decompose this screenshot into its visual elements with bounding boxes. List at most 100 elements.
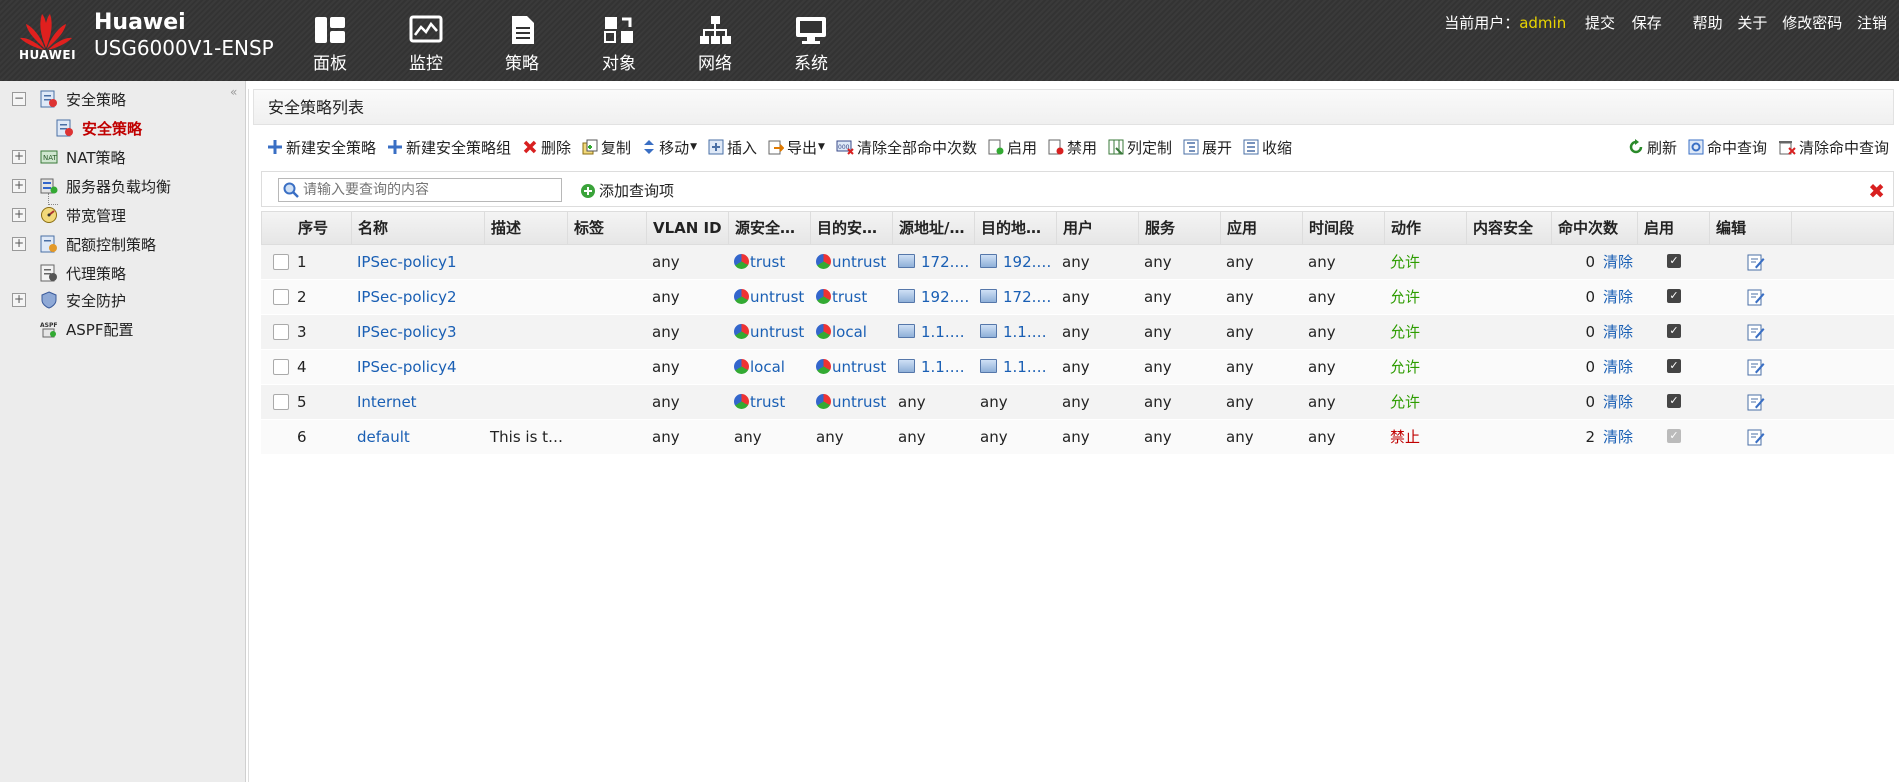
policy-name-link[interactable]: IPSec-policy4: [351, 350, 484, 384]
source-zone[interactable]: untrust: [728, 315, 810, 349]
collapse-sidebar-icon[interactable]: «: [230, 85, 237, 99]
customize-columns-button[interactable]: 列定制: [1108, 137, 1172, 158]
expand-button[interactable]: 展开: [1183, 137, 1232, 158]
clear-hits-link[interactable]: 清除: [1601, 350, 1641, 384]
sidebar-item-security-policy[interactable]: − 安全策略: [0, 86, 126, 112]
submit-link[interactable]: 提交: [1585, 14, 1615, 32]
column-header[interactable]: 内容安全: [1467, 212, 1552, 244]
destination-address[interactable]: 172.…: [974, 280, 1056, 314]
sidebar-item-bandwidth[interactable]: + 带宽管理: [0, 202, 126, 228]
column-header[interactable]: 目的地…: [975, 212, 1057, 244]
source-address[interactable]: 192.…: [892, 280, 974, 314]
hit-query-button[interactable]: 命中查询: [1688, 137, 1767, 158]
source-zone[interactable]: local: [728, 350, 810, 384]
enabled-checkbox[interactable]: ✓: [1667, 324, 1681, 338]
column-header[interactable]: 源安全…: [729, 212, 811, 244]
expand-icon[interactable]: +: [12, 208, 26, 222]
destination-zone[interactable]: untrust: [810, 385, 892, 419]
column-header[interactable]: 时间段: [1303, 212, 1385, 244]
policy-name-link[interactable]: default: [351, 420, 484, 454]
clear-hits-link[interactable]: 清除: [1601, 280, 1641, 314]
refresh-button[interactable]: 刷新: [1628, 137, 1677, 158]
collapse-button[interactable]: 收缩: [1243, 137, 1292, 158]
collapse-icon[interactable]: −: [12, 92, 26, 106]
clear-hit-query-button[interactable]: 清除命中查询: [1778, 137, 1889, 158]
insert-button[interactable]: 插入: [708, 137, 757, 158]
column-header[interactable]: 目的安…: [811, 212, 893, 244]
clear-all-hits-button[interactable]: 000 清除全部命中次数: [836, 137, 977, 158]
destination-zone[interactable]: trust: [810, 280, 892, 314]
destination-address[interactable]: 1.1.…: [974, 350, 1056, 384]
column-header[interactable]: 编辑: [1710, 212, 1792, 244]
delete-button[interactable]: 删除: [522, 137, 571, 158]
expand-icon[interactable]: +: [12, 237, 26, 251]
destination-zone[interactable]: untrust: [810, 245, 892, 279]
row-checkbox[interactable]: [273, 359, 289, 375]
source-zone[interactable]: trust: [728, 385, 810, 419]
close-icon[interactable]: ✖: [1868, 179, 1885, 203]
table-row[interactable]: 2 IPSec-policy2 any untrust trust 192.… 172.… a…: [261, 280, 1894, 315]
enable-button[interactable]: 启用: [988, 137, 1037, 158]
edit-icon[interactable]: [1747, 428, 1765, 446]
column-header[interactable]: 动作: [1385, 212, 1467, 244]
source-address[interactable]: 172.…: [892, 245, 974, 279]
row-checkbox[interactable]: [273, 394, 289, 410]
move-button[interactable]: 移动 ▼: [642, 137, 697, 158]
table-row[interactable]: 3 IPSec-policy3 any untrust local 1.1.… 1.1.… a…: [261, 315, 1894, 350]
expand-icon[interactable]: +: [12, 293, 26, 307]
destination-address[interactable]: 1.1.…: [974, 315, 1056, 349]
column-header[interactable]: 描述: [485, 212, 568, 244]
sidebar-item-nat-policy[interactable]: + NAT NAT策略: [0, 144, 125, 170]
new-policy-group-button[interactable]: 新建安全策略组: [387, 137, 511, 158]
save-link[interactable]: 保存: [1632, 14, 1662, 32]
enabled-checkbox[interactable]: ✓: [1667, 254, 1681, 268]
source-address[interactable]: 1.1.…: [892, 315, 974, 349]
export-button[interactable]: 导出 ▼: [768, 137, 825, 158]
edit-icon[interactable]: [1747, 253, 1765, 271]
sidebar-item-security-protection[interactable]: + 安全防护: [0, 287, 126, 313]
column-header[interactable]: 标签: [568, 212, 647, 244]
edit-icon[interactable]: [1747, 323, 1765, 341]
clear-hits-link[interactable]: 清除: [1601, 245, 1641, 279]
row-checkbox[interactable]: [273, 324, 289, 340]
table-row[interactable]: 5 Internet any trust untrust any any any any any a…: [261, 385, 1894, 420]
row-checkbox[interactable]: [273, 289, 289, 305]
destination-zone[interactable]: local: [810, 315, 892, 349]
about-link[interactable]: 关于: [1737, 14, 1767, 32]
column-header[interactable]: VLAN ID: [647, 212, 729, 244]
clear-hits-link[interactable]: 清除: [1601, 315, 1641, 349]
policy-name-link[interactable]: IPSec-policy3: [351, 315, 484, 349]
edit-icon[interactable]: [1747, 288, 1765, 306]
destination-zone[interactable]: untrust: [810, 350, 892, 384]
table-row[interactable]: 4 IPSec-policy4 any local untrust 1.1.… 1.1.… a…: [261, 350, 1894, 385]
search-input[interactable]: [303, 182, 553, 198]
change-password-link[interactable]: 修改密码: [1782, 14, 1842, 32]
enabled-checkbox[interactable]: ✓: [1667, 359, 1681, 373]
sidebar-item-aspf[interactable]: ASPF ASPF配置: [0, 316, 133, 342]
column-header[interactable]: 命中次数: [1552, 212, 1638, 244]
column-header[interactable]: 服务: [1139, 212, 1221, 244]
table-row[interactable]: 1 IPSec-policy1 any trust untrust 172.… 192.… a…: [261, 245, 1894, 280]
clear-hits-link[interactable]: 清除: [1601, 420, 1641, 454]
sidebar-item-quota[interactable]: + 配额控制策略: [0, 231, 156, 257]
clear-hits-link[interactable]: 清除: [1601, 385, 1641, 419]
column-header[interactable]: 源地址/…: [893, 212, 975, 244]
column-header[interactable]: 用户: [1057, 212, 1139, 244]
edit-icon[interactable]: [1747, 393, 1765, 411]
logout-link[interactable]: 注销: [1857, 14, 1887, 32]
column-header[interactable]: 序号: [262, 212, 352, 244]
nav-dashboard[interactable]: 面板: [295, 15, 365, 74]
policy-name-link[interactable]: IPSec-policy1: [351, 245, 484, 279]
help-link[interactable]: 帮助: [1693, 14, 1723, 32]
policy-name-link[interactable]: IPSec-policy2: [351, 280, 484, 314]
nav-policy[interactable]: 策略: [487, 15, 557, 74]
source-address[interactable]: 1.1.…: [892, 350, 974, 384]
nav-network[interactable]: 网络: [680, 15, 750, 74]
expand-icon[interactable]: +: [12, 179, 26, 193]
column-header[interactable]: 启用: [1638, 212, 1710, 244]
sidebar-item-security-policy-sub[interactable]: 安全策略: [30, 115, 142, 141]
source-zone[interactable]: untrust: [728, 280, 810, 314]
sidebar-item-server-load-balancing[interactable]: + 服务器负载均衡: [0, 173, 171, 199]
enabled-checkbox[interactable]: ✓: [1667, 289, 1681, 303]
sidebar-item-proxy-policy[interactable]: 代理策略: [0, 260, 126, 286]
